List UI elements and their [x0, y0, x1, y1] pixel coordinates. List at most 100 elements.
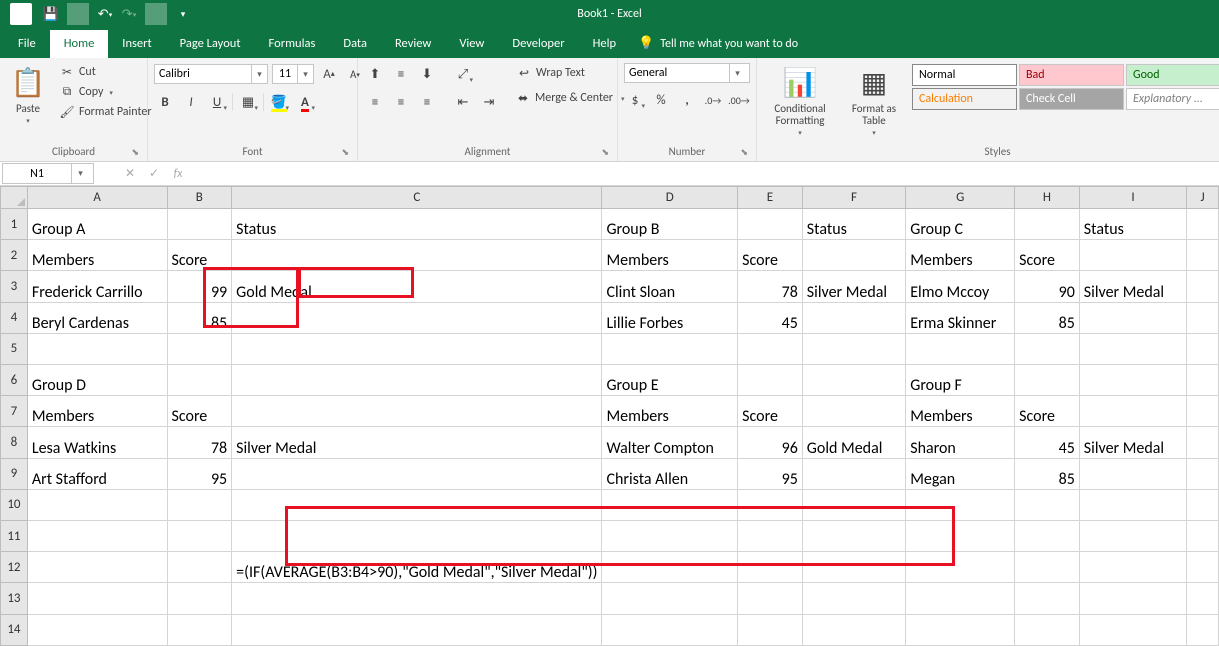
align-bottom-icon[interactable]: ⬇ [416, 63, 438, 85]
cell[interactable]: Members [906, 240, 1015, 271]
cell[interactable] [1079, 489, 1186, 520]
name-box[interactable]: ▾ [2, 163, 94, 184]
launcher-icon[interactable]: ⬊ [601, 147, 609, 158]
copy-button[interactable]: ⧉Copy▾ [56, 83, 155, 101]
cell[interactable] [802, 583, 905, 614]
cell[interactable] [1187, 458, 1219, 489]
redo-icon[interactable]: ↷▾ [118, 3, 140, 25]
cell[interactable]: Erma Skinner [906, 302, 1015, 333]
cell[interactable] [1187, 209, 1219, 240]
cell[interactable]: Silver Medal [232, 427, 602, 458]
row-header[interactable]: 2 [1, 240, 28, 271]
cell[interactable] [167, 209, 232, 240]
cell[interactable] [906, 614, 1015, 645]
row-header[interactable]: 14 [1, 614, 28, 645]
cell[interactable]: 90 [1015, 271, 1080, 302]
row-header[interactable]: 9 [1, 458, 28, 489]
cell[interactable]: Status [1079, 209, 1186, 240]
undo-icon[interactable]: ↶▾ [94, 3, 116, 25]
cell[interactable] [906, 521, 1015, 552]
cell[interactable] [232, 614, 602, 645]
column-header[interactable]: B [167, 187, 232, 209]
cell[interactable] [1187, 583, 1219, 614]
cell[interactable] [802, 240, 905, 271]
fill-color-button[interactable]: 🪣▾ [268, 91, 290, 113]
style-normal[interactable]: Normal [912, 64, 1017, 86]
cell[interactable] [167, 365, 232, 396]
cell[interactable] [232, 489, 602, 520]
cell[interactable] [1187, 614, 1219, 645]
conditional-formatting-button[interactable]: 📊 Conditional Formatting▾ [763, 63, 837, 139]
cell[interactable] [738, 614, 803, 645]
wrap-text-button[interactable]: ↩Wrap Text [512, 63, 628, 83]
borders-button[interactable]: ▦▾ [237, 91, 259, 113]
cell[interactable] [738, 489, 803, 520]
cell[interactable] [1187, 489, 1219, 520]
cell[interactable]: Silver Medal [802, 271, 905, 302]
cell[interactable] [602, 583, 738, 614]
cell[interactable]: Score [167, 396, 232, 427]
cell[interactable]: 85 [1015, 302, 1080, 333]
cell[interactable] [1015, 333, 1080, 364]
cell[interactable] [802, 396, 905, 427]
column-header[interactable]: E [738, 187, 803, 209]
cell[interactable] [1079, 302, 1186, 333]
merge-center-button[interactable]: ⬌Merge & Center▾ [512, 89, 628, 107]
cell[interactable] [738, 552, 803, 583]
cell-styles-gallery[interactable]: Normal Bad Good Calculation Check Cell E… [911, 63, 1219, 111]
cell[interactable] [232, 240, 602, 271]
cell[interactable]: Status [232, 209, 602, 240]
cell[interactable] [802, 458, 905, 489]
cell[interactable] [1015, 489, 1080, 520]
row-header[interactable]: 1 [1, 209, 28, 240]
cell[interactable]: Gold Medal [802, 427, 905, 458]
cell[interactable] [167, 614, 232, 645]
style-explanatory[interactable]: Explanatory ... [1126, 88, 1219, 110]
cell[interactable] [602, 614, 738, 645]
row-header[interactable]: 7 [1, 396, 28, 427]
cell[interactable] [1187, 302, 1219, 333]
cell[interactable] [802, 614, 905, 645]
tell-me-search[interactable]: 💡 Tell me what you want to do [638, 36, 798, 58]
cell[interactable] [167, 552, 232, 583]
cell[interactable]: Members [602, 396, 738, 427]
cell[interactable]: Score [1015, 396, 1080, 427]
cell[interactable] [738, 209, 803, 240]
launcher-icon[interactable]: ⬊ [341, 147, 349, 158]
column-header[interactable]: D [602, 187, 738, 209]
cell[interactable]: Score [1015, 240, 1080, 271]
cell[interactable] [1187, 333, 1219, 364]
cell[interactable] [906, 583, 1015, 614]
cell[interactable] [27, 552, 167, 583]
cell[interactable] [1187, 552, 1219, 583]
cell[interactable]: 78 [167, 427, 232, 458]
cell[interactable]: Members [602, 240, 738, 271]
row-header[interactable]: 3 [1, 271, 28, 302]
cell[interactable]: Members [27, 396, 167, 427]
cell[interactable] [802, 489, 905, 520]
tab-help[interactable]: Help [579, 30, 630, 58]
cell[interactable] [232, 583, 602, 614]
cell[interactable]: 99 [167, 271, 232, 302]
comma-format-button[interactable]: , [676, 89, 698, 111]
percent-format-button[interactable]: % [650, 89, 672, 111]
cell[interactable]: 78 [738, 271, 803, 302]
cell[interactable]: Status [802, 209, 905, 240]
orientation-icon[interactable]: ⤢▾ [452, 63, 474, 85]
cell[interactable] [738, 333, 803, 364]
cell[interactable]: Frederick Carrillo [27, 271, 167, 302]
align-right-icon[interactable]: ≡ [416, 91, 438, 113]
cell[interactable]: 95 [738, 458, 803, 489]
cell[interactable] [232, 302, 602, 333]
cell[interactable]: =(IF(AVERAGE(B3:B4>90),"Gold Medal","Sil… [232, 552, 602, 583]
align-top-icon[interactable]: ⬆ [364, 63, 386, 85]
row-header[interactable]: 10 [1, 489, 28, 520]
number-format-combo[interactable]: ▾ [624, 63, 750, 83]
cell[interactable] [1079, 240, 1186, 271]
row-header[interactable]: 12 [1, 552, 28, 583]
cell[interactable] [738, 365, 803, 396]
cell[interactable] [1015, 552, 1080, 583]
tab-insert[interactable]: Insert [108, 30, 165, 58]
increase-font-icon[interactable]: A▴ [318, 63, 340, 85]
cell[interactable]: 45 [1015, 427, 1080, 458]
